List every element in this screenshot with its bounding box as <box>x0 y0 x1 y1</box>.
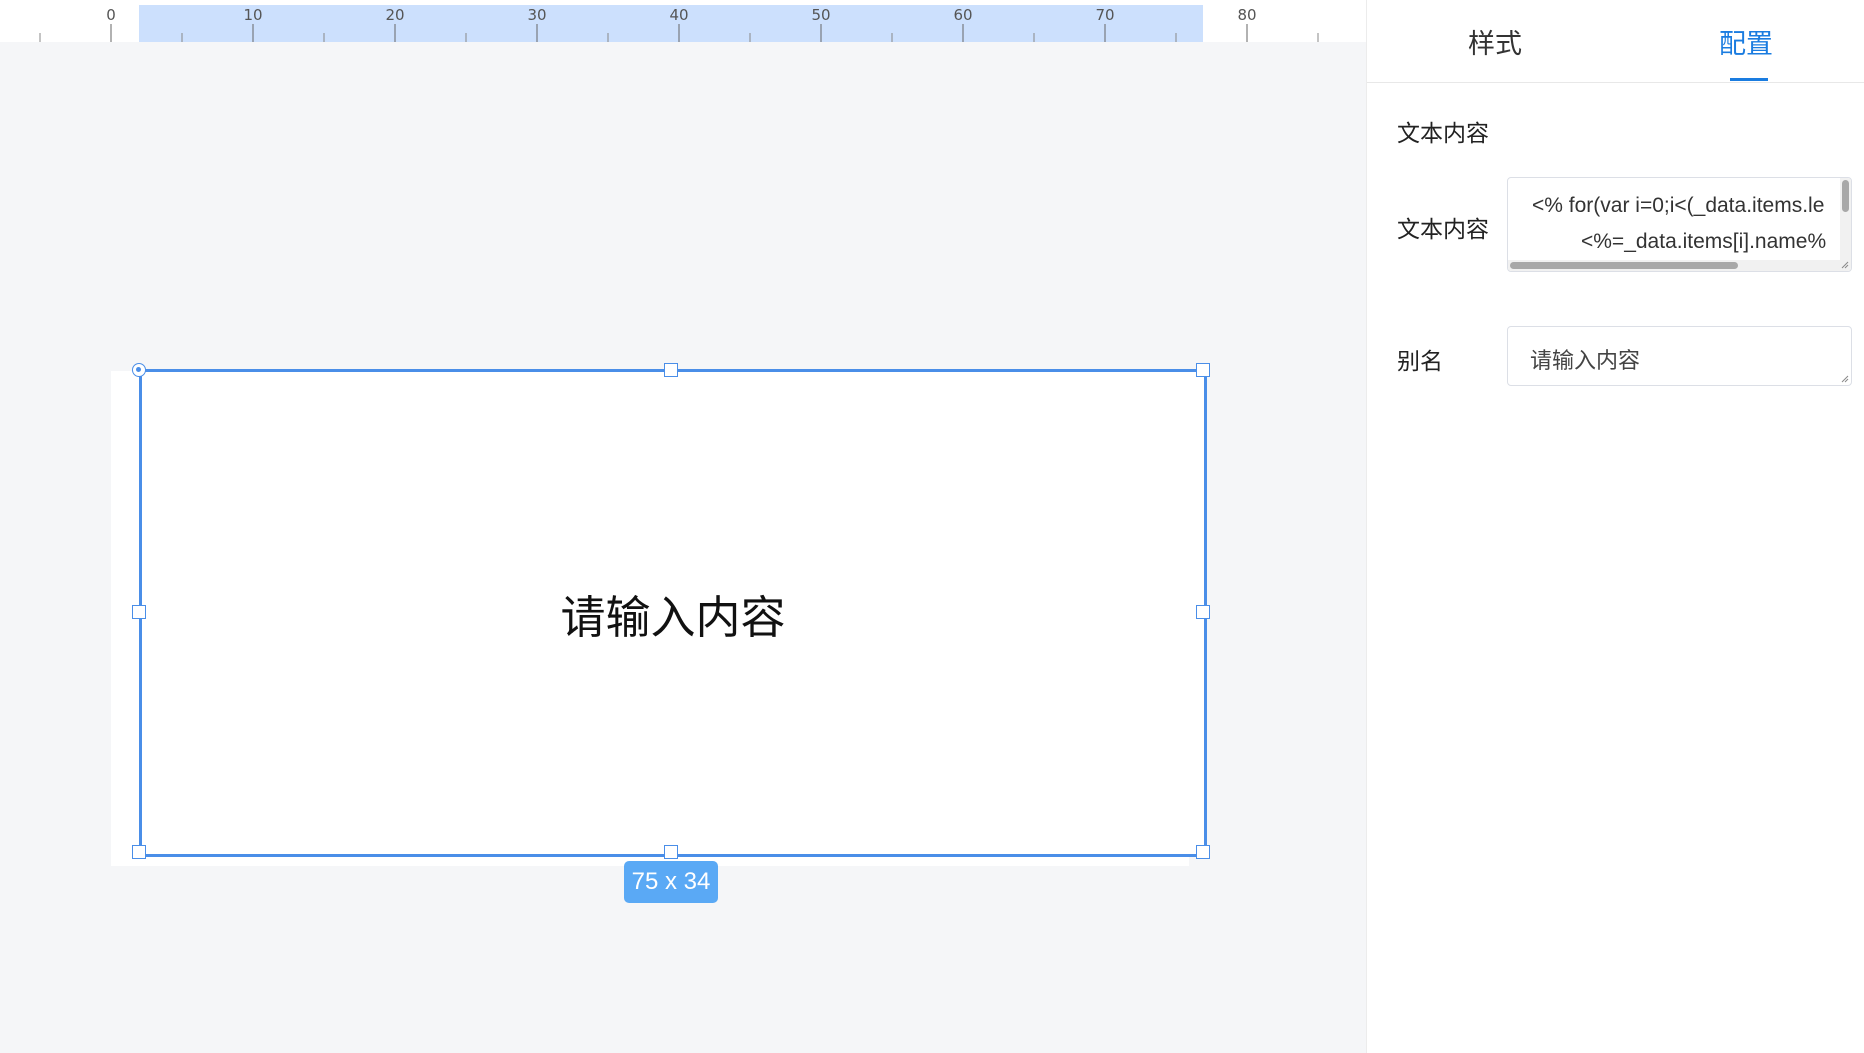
text-component[interactable]: 请输入内容 <box>139 369 1207 857</box>
tab-config[interactable]: 配置 <box>1719 22 1773 61</box>
resize-grip-icon[interactable] <box>1840 260 1849 269</box>
text-content-label: 文本内容 <box>1397 217 1489 243</box>
ruler-scale: 0 10 20 30 40 50 60 70 80 <box>39 6 1319 42</box>
ruler-tick-label: 60 <box>953 6 972 24</box>
ruler-tick-label: 80 <box>1237 6 1256 24</box>
size-badge: 75 x 34 <box>624 861 718 903</box>
ruler-tick-label: 20 <box>385 6 404 24</box>
resize-grip-icon[interactable] <box>1840 374 1849 383</box>
alias-value: 请输入内容 <box>1530 349 1641 374</box>
ruler-tick-label: 50 <box>811 6 830 24</box>
scrollbar-thumb[interactable] <box>1842 180 1849 212</box>
resize-handle-bottom-right[interactable] <box>1196 845 1210 859</box>
code-line: <%=_data.items[i].name% <box>1581 230 1827 253</box>
horizontal-ruler: 0 10 20 30 40 50 60 70 80 <box>0 0 1366 42</box>
active-tab-indicator <box>1730 78 1768 81</box>
text-component-content: 请输入内容 <box>560 590 786 644</box>
resize-handle-top[interactable] <box>664 363 678 377</box>
ruler-tick-label: 30 <box>527 6 546 24</box>
ruler-tick-label: 40 <box>669 6 688 24</box>
ruler-tick-label: 70 <box>1095 6 1114 24</box>
resize-handle-bottom-left[interactable] <box>132 845 146 859</box>
code-line: <% for(var i=0;i<(_data.items.le <box>1532 194 1825 217</box>
alias-label: 别名 <box>1397 349 1443 375</box>
alias-input[interactable]: 请输入内容 <box>1507 326 1852 386</box>
vertical-scrollbar[interactable] <box>1840 178 1851 262</box>
editor-canvas[interactable]: 0 10 20 30 40 50 60 70 80 请输入内容 75 x 34 <box>0 0 1366 1053</box>
resize-handle-bottom[interactable] <box>664 845 678 859</box>
horizontal-scrollbar[interactable] <box>1508 260 1851 271</box>
rotate-handle[interactable] <box>132 363 146 377</box>
resize-handle-right[interactable] <box>1196 605 1210 619</box>
scrollbar-thumb[interactable] <box>1510 262 1738 269</box>
ruler-tick-label: 0 <box>106 6 116 24</box>
text-content-editor[interactable]: <% for(var i=0;i<(_data.items.le <%=_dat… <box>1507 177 1852 272</box>
resize-handle-top-right[interactable] <box>1196 363 1210 377</box>
ruler-tick-label: 10 <box>243 6 262 24</box>
tab-style[interactable]: 样式 <box>1468 22 1522 61</box>
properties-panel: 样式 配置 文本内容 文本内容 <% for(var i=0;i<(_data.… <box>1366 0 1864 1053</box>
panel-tab-bar: 样式 配置 <box>1367 0 1864 83</box>
section-title: 文本内容 <box>1397 121 1489 147</box>
resize-handle-left[interactable] <box>132 605 146 619</box>
